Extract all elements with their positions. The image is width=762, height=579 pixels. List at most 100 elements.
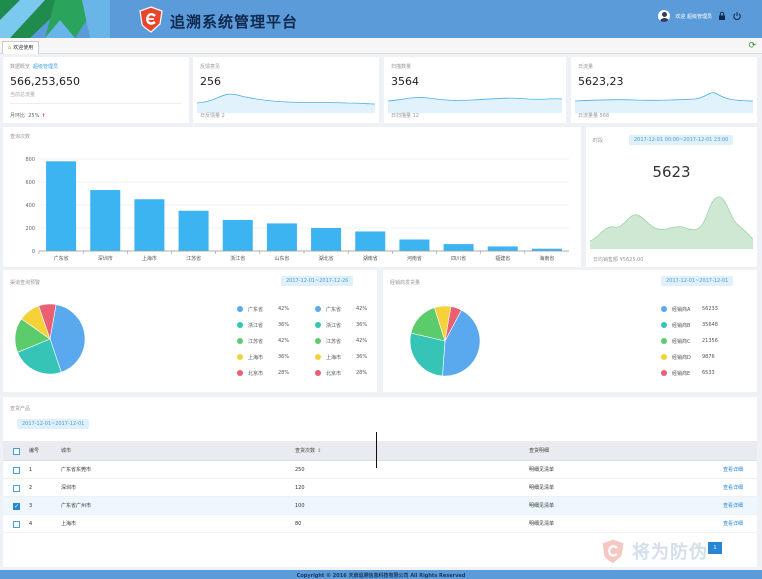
pie-legend-right: 广东省42%浙江省36%江苏省42%上海市36%北京市28% xyxy=(315,301,376,381)
table-row[interactable]: 2深圳市120明细见清单查看详细 xyxy=(3,479,757,497)
legend-item[interactable]: 江苏省42% xyxy=(315,333,376,349)
x-tick-label: 四川省 xyxy=(451,255,466,262)
query-count-panel: 查询次数 0200400600800广东省深圳市上海市江苏省浙江省山东省湖北省湖… xyxy=(3,127,581,267)
legend-value: 36% xyxy=(278,354,298,360)
legend-item[interactable]: 经销商E6533 xyxy=(661,365,722,381)
channel-alert-panel: 渠道查询预警 2017-12-01~2017-12-26 广东省42%浙江省36… xyxy=(3,270,377,392)
x-tick-label: 河南省 xyxy=(407,255,422,262)
bar[interactable] xyxy=(488,246,518,251)
bar[interactable] xyxy=(267,223,297,251)
legend-dot-icon xyxy=(661,306,667,312)
watermark-logo-icon xyxy=(600,538,626,565)
legend-item[interactable]: 北京市28% xyxy=(237,365,298,381)
y-tick-label: 600 xyxy=(25,180,35,186)
row-checkbox[interactable] xyxy=(13,485,20,492)
tab-label: 欢迎使用 xyxy=(13,45,33,51)
col-detail: 查货明细 xyxy=(529,441,549,461)
y-tick-label: 400 xyxy=(25,203,35,209)
bar[interactable] xyxy=(311,228,341,251)
legend-item[interactable]: 经销商B35648 xyxy=(661,317,722,333)
bar[interactable] xyxy=(223,220,253,251)
table-row[interactable]: 1广东省东莞市250明细见清单查看详细 xyxy=(3,461,757,479)
legend-item[interactable]: 浙江省36% xyxy=(315,317,376,333)
header-corner-decoration xyxy=(0,0,110,38)
table-row[interactable]: 3广东省广州市100明细见清单查看详细 xyxy=(3,497,757,515)
date-range-picker[interactable]: 2017-12-01 00:00~2017-12-01 23:00 xyxy=(629,135,733,145)
legend-item[interactable]: 广东省42% xyxy=(237,301,298,317)
tab-welcome[interactable]: ⌂欢迎使用 xyxy=(2,41,39,54)
stat-foot: 日流量量 568 xyxy=(578,112,609,119)
x-tick-label: 湖北省 xyxy=(319,255,334,262)
legend-dot-icon xyxy=(237,370,243,376)
legend-dot-icon xyxy=(315,338,321,344)
sparkline xyxy=(197,85,375,113)
x-tick-label: 山东省 xyxy=(274,255,289,262)
bar[interactable] xyxy=(179,211,209,251)
cell-city: 广东省东莞市 xyxy=(61,461,91,479)
select-all-checkbox[interactable] xyxy=(13,448,20,455)
legend-item[interactable]: 广东省42% xyxy=(315,301,376,317)
lock-icon[interactable] xyxy=(717,11,727,21)
row-checkbox[interactable] xyxy=(13,467,20,474)
table-header: 编号 城市 查货次数↕ 查货明细 xyxy=(3,441,757,461)
legend-value: 36% xyxy=(356,354,376,360)
time-period-panel: 时段 2017-12-01 00:00~2017-12-01 23:00 562… xyxy=(586,127,757,267)
stat-card-overview: 数据概览超级管理员 566,253,650 当前总流量 月环比 25%↑ xyxy=(3,57,189,123)
legend-item[interactable]: 经销商A56233 xyxy=(661,301,722,317)
sort-icon[interactable]: ↕ xyxy=(317,448,321,454)
cell-count: 250 xyxy=(295,461,305,479)
stat-label: 日流量 xyxy=(578,63,593,70)
cell-city: 广东省广州市 xyxy=(61,497,91,515)
view-detail-link[interactable]: 查看详细 xyxy=(723,479,743,497)
stat-label: 反馈意见 xyxy=(200,63,220,70)
cell-detail: 明细见清单 xyxy=(529,461,554,479)
legend-dot-icon xyxy=(661,338,667,344)
view-detail-link[interactable]: 查看详细 xyxy=(723,515,743,533)
refresh-icon[interactable]: ⟳ xyxy=(748,41,756,51)
legend-item[interactable]: 江苏省42% xyxy=(237,333,298,349)
bar[interactable] xyxy=(90,190,120,251)
legend-name: 北京市 xyxy=(248,370,278,377)
view-detail-link[interactable]: 查看详细 xyxy=(723,461,743,479)
bar[interactable] xyxy=(399,240,429,252)
col-count[interactable]: 查货次数↕ xyxy=(295,441,321,461)
legend-name: 江苏省 xyxy=(326,338,356,345)
tab-bar: ⌂欢迎使用 ⟳ xyxy=(0,38,762,54)
bar[interactable] xyxy=(355,231,385,251)
date-range-picker[interactable]: 2017-12-01~2017-12-01 xyxy=(17,419,89,429)
bar[interactable] xyxy=(444,244,474,251)
cell-city: 上海市 xyxy=(61,515,76,533)
sparkline xyxy=(575,85,753,113)
legend-item[interactable]: 经销商D9876 xyxy=(661,349,722,365)
view-detail-link[interactable]: 查看详细 xyxy=(723,497,743,515)
home-icon: ⌂ xyxy=(8,45,11,51)
user-label: 欢迎 超级管理员 xyxy=(675,13,712,20)
legend-value: 42% xyxy=(278,338,298,344)
x-tick-label: 广东省 xyxy=(54,255,69,262)
row-checkbox[interactable] xyxy=(13,503,20,510)
cell-count: 100 xyxy=(295,497,305,515)
legend-item[interactable]: 上海市36% xyxy=(237,349,298,365)
cell-detail: 明细见清单 xyxy=(529,479,554,497)
table-row[interactable]: 4上海市80明细见清单查看详细 xyxy=(3,515,757,533)
power-icon[interactable] xyxy=(732,11,742,21)
legend-name: 经销商B xyxy=(672,322,702,329)
top-header: 追溯系统管理平台 欢迎 超级管理员 xyxy=(0,0,762,38)
bar[interactable] xyxy=(46,161,76,251)
legend-item[interactable]: 浙江省36% xyxy=(237,317,298,333)
legend-item[interactable]: 北京市28% xyxy=(315,365,376,381)
legend-value: 42% xyxy=(356,306,376,312)
bar[interactable] xyxy=(134,199,164,251)
x-tick-label: 江苏省 xyxy=(186,255,201,262)
legend-value: 36% xyxy=(356,322,376,328)
x-tick-label: 海南省 xyxy=(539,255,554,262)
legend-value: 28% xyxy=(278,370,298,376)
legend-item[interactable]: 经销商C21356 xyxy=(661,333,722,349)
legend-value: 28% xyxy=(356,370,376,376)
user-area: 欢迎 超级管理员 xyxy=(658,10,742,22)
user-avatar-icon[interactable] xyxy=(658,10,670,22)
legend-dot-icon xyxy=(661,370,667,376)
legend-item[interactable]: 上海市36% xyxy=(315,349,376,365)
watermark-text: 将为防伪 xyxy=(632,538,708,564)
row-checkbox[interactable] xyxy=(13,521,20,528)
